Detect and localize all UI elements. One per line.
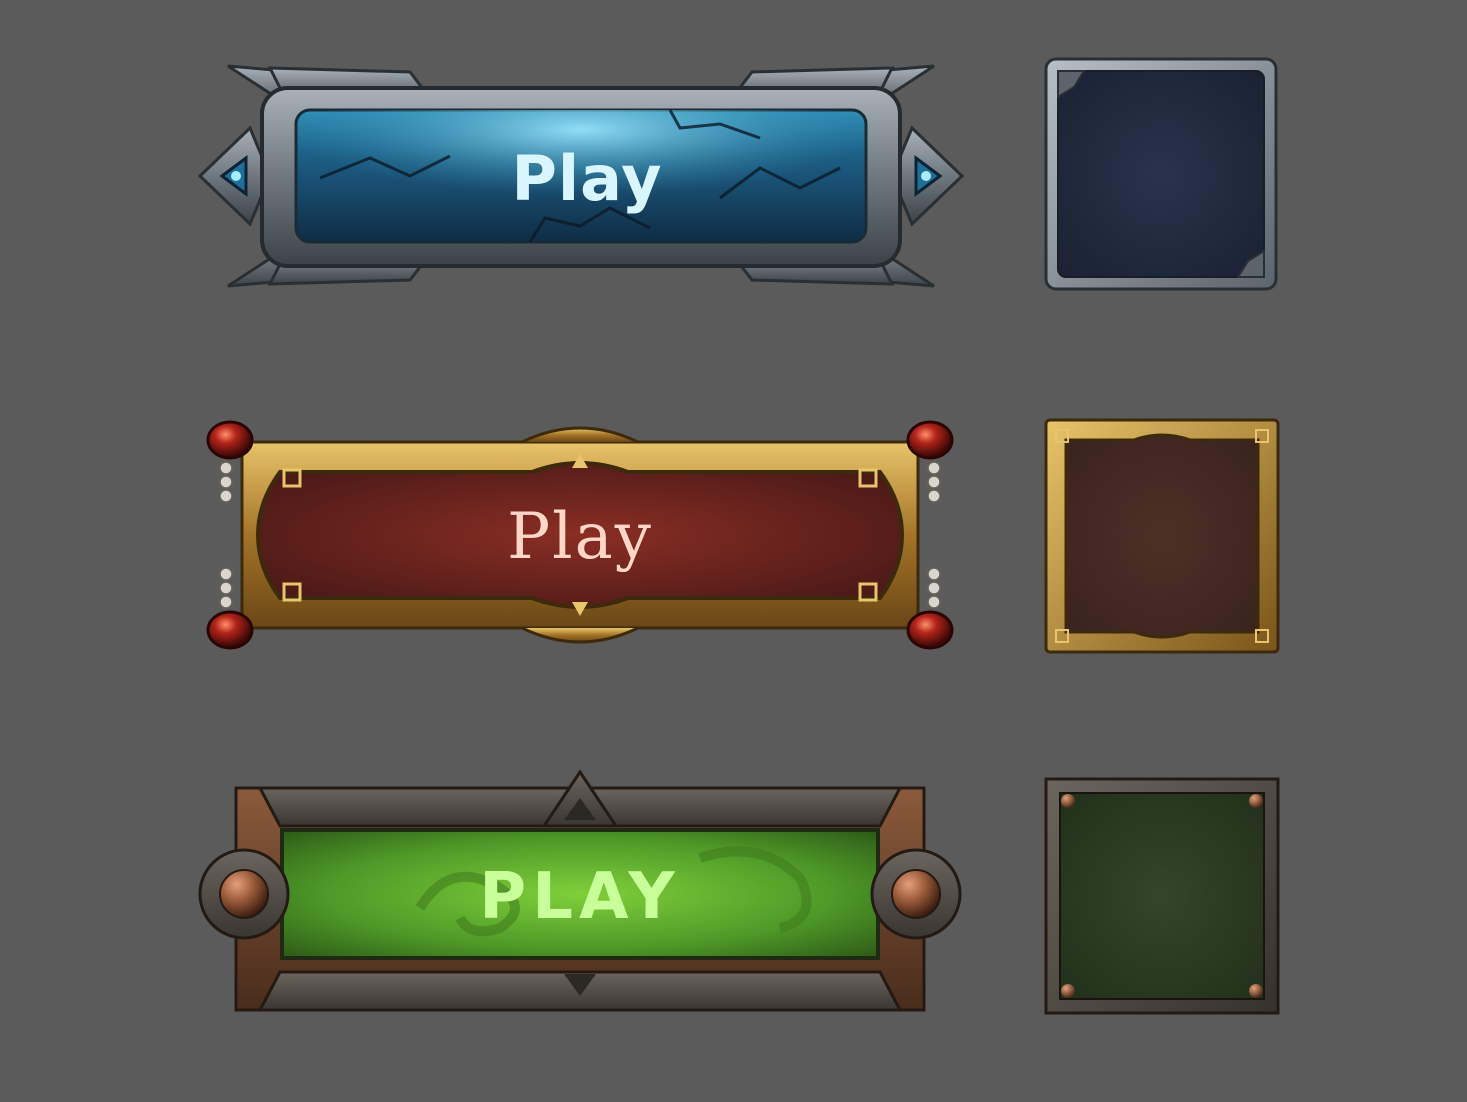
panel-gold	[1044, 418, 1280, 654]
gold-panel-frame	[1044, 418, 1280, 654]
play-button-ice[interactable]: Play	[197, 58, 965, 294]
play-button-gold[interactable]: Play	[202, 412, 958, 658]
ice-panel-frame	[1044, 57, 1278, 291]
gold-button-frame: Play	[206, 420, 954, 650]
play-button-ice-label: Play	[511, 142, 662, 215]
play-button-bronze-label: PLAY	[479, 860, 680, 934]
play-button-bronze[interactable]: PLAY	[198, 768, 962, 1020]
panel-ice	[1044, 57, 1278, 291]
play-button-gold-label: Play	[507, 500, 653, 574]
bronze-button-frame: PLAY	[198, 769, 962, 1012]
ice-button-frame: Play	[197, 64, 965, 288]
panel-bronze	[1044, 777, 1280, 1015]
bronze-panel-frame	[1044, 777, 1280, 1015]
